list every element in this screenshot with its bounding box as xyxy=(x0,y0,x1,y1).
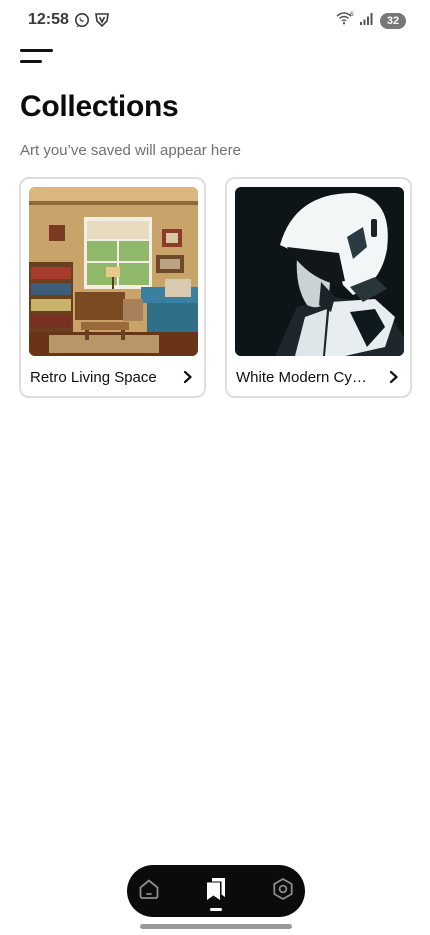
signal-icon xyxy=(360,12,374,30)
collection-name: Retro Living Space xyxy=(30,369,157,386)
chevron-right-icon xyxy=(388,370,400,389)
home-gesture-indicator[interactable] xyxy=(140,924,292,929)
home-icon xyxy=(137,877,161,906)
battery-indicator: 32 xyxy=(380,12,406,29)
collections-icon xyxy=(203,876,229,907)
status-bar: 12:58 6 32 xyxy=(0,0,430,40)
collection-card[interactable]: White Modern Cy… xyxy=(225,177,412,398)
active-tab-indicator xyxy=(210,908,222,911)
hamburger-menu-icon[interactable] xyxy=(20,46,56,68)
vpn-shield-icon xyxy=(94,12,110,33)
collection-thumbnail xyxy=(235,187,404,356)
page-subtitle: Art you’ve saved will appear here xyxy=(20,142,241,159)
page-title: Collections xyxy=(20,90,179,123)
collections-screen: 12:58 6 32 Collections Art you’ve saved … xyxy=(0,0,430,935)
wifi-6-icon: 6 xyxy=(336,11,354,30)
collection-card[interactable]: Retro Living Space xyxy=(19,177,206,398)
nav-settings-button[interactable] xyxy=(261,865,305,917)
collection-thumbnail xyxy=(29,187,198,356)
collection-name: White Modern Cy… xyxy=(236,369,367,386)
chevron-right-icon xyxy=(182,370,194,389)
whatsapp-icon xyxy=(74,12,90,33)
status-time: 12:58 xyxy=(28,11,69,28)
settings-hexagon-icon xyxy=(271,877,295,906)
svg-text:6: 6 xyxy=(350,11,354,18)
system-tray: 6 32 xyxy=(336,11,406,30)
nav-home-button[interactable] xyxy=(127,865,171,917)
